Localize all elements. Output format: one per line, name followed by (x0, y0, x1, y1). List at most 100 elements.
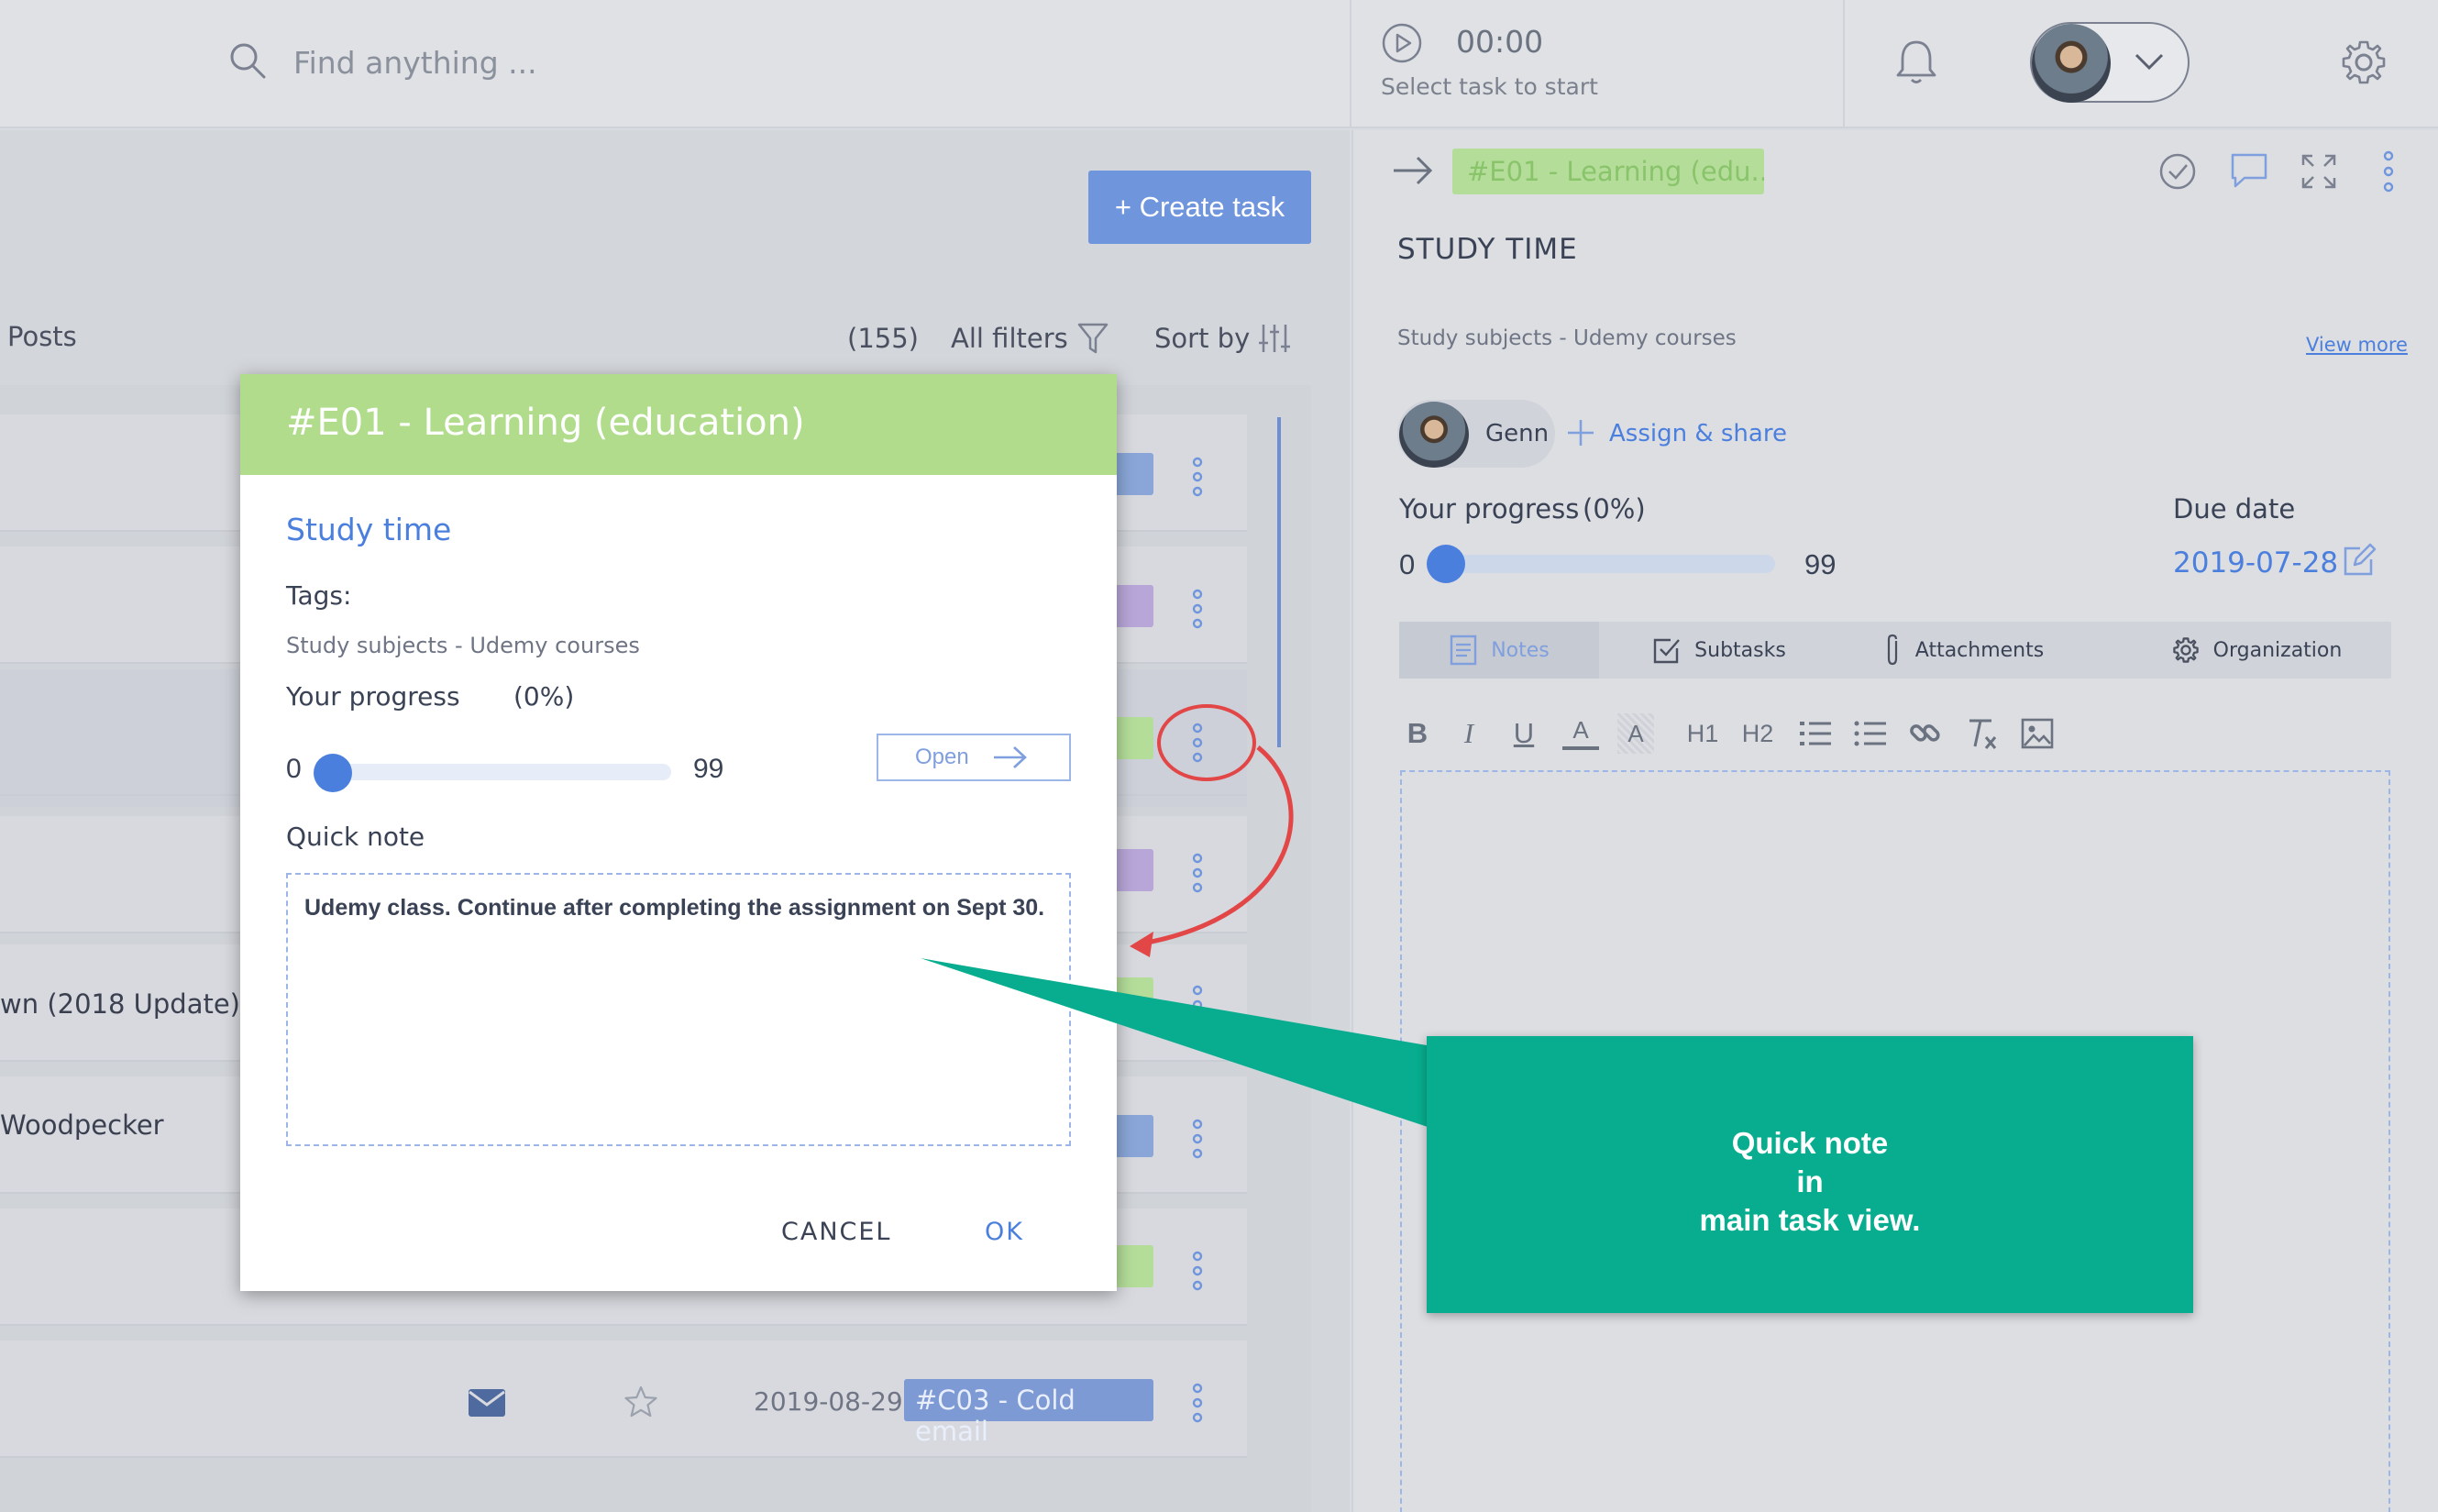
category-tag[interactable]: #E01 - Learning (edu... (1452, 149, 1764, 194)
divider (1843, 0, 1845, 128)
bell-icon[interactable] (1889, 35, 1944, 90)
scrollbar[interactable] (1277, 417, 1281, 747)
more-vertical-icon[interactable] (1191, 589, 1204, 629)
bullet-list-icon[interactable] (1852, 713, 1889, 754)
sort-sliders-icon[interactable] (1258, 321, 1291, 356)
progress-slider-thumb[interactable] (1427, 545, 1465, 583)
more-vertical-icon[interactable] (1191, 985, 1204, 1025)
chevron-down-icon[interactable] (2133, 48, 2166, 75)
due-date-label: Due date (2173, 493, 2296, 524)
quick-note-dialog: #E01 - Learning (education) Study time T… (240, 374, 1117, 1291)
ordered-list-icon[interactable] (1797, 713, 1834, 754)
progress-slider[interactable] (1434, 555, 1775, 573)
progress-min: 0 (286, 754, 302, 784)
check-circle-icon[interactable] (2158, 152, 2197, 191)
arrow-right-icon[interactable] (992, 743, 1029, 772)
tab-notes[interactable]: Notes (1399, 622, 1599, 679)
email-icon[interactable] (468, 1388, 506, 1418)
plus-icon[interactable] (1566, 418, 1595, 447)
more-vertical-icon[interactable] (1191, 1251, 1204, 1291)
progress-max: 99 (1804, 548, 1837, 580)
divider (1350, 0, 1351, 128)
gear-icon (2172, 637, 2199, 663)
row-title: wn (2018 Update) (0, 988, 240, 1020)
progress-percent: (0%) (1583, 493, 1646, 524)
editor-toolbar: B I U A A H1 H2 (1399, 713, 2096, 754)
callout-text: Quick note in main task view. (1699, 1126, 1921, 1237)
progress-slider-thumb[interactable] (314, 754, 352, 792)
task-tabs: Notes Subtasks Attachments Organization (1399, 622, 2391, 679)
sort-button[interactable]: Sort by (1154, 323, 1250, 354)
tab-label: Attachments (1914, 638, 2045, 662)
create-task-button[interactable]: + Create task (1088, 171, 1311, 244)
task-title[interactable]: STUDY TIME (1397, 233, 1578, 266)
heading1-button[interactable]: H1 (1680, 713, 1726, 754)
table-row[interactable]: 2019-08-29 #C03 - Cold email (0, 1341, 1247, 1458)
task-tags: Study subjects - Udemy courses (1397, 326, 1737, 350)
tags-value: Study subjects - Udemy courses (286, 633, 640, 658)
quick-note-label: Quick note (286, 822, 425, 852)
quick-note-field[interactable]: Udemy class. Continue after completing t… (286, 873, 1071, 1146)
edit-icon[interactable] (2342, 543, 2377, 578)
more-vertical-icon[interactable] (1191, 853, 1204, 893)
comment-icon[interactable] (2230, 152, 2268, 189)
filters-button[interactable]: All filters (951, 323, 1068, 354)
progress-slider[interactable] (317, 764, 671, 780)
open-task-button[interactable]: Open (877, 734, 1071, 781)
list-title: Posts (7, 321, 77, 352)
avatar (1399, 402, 1469, 468)
arrow-right-icon[interactable] (1392, 154, 1434, 187)
filter-icon[interactable] (1076, 321, 1109, 356)
link-icon[interactable] (1907, 713, 1944, 754)
open-label: Open (915, 745, 969, 769)
clear-format-icon[interactable] (1964, 713, 2001, 754)
tab-subtasks[interactable]: Subtasks (1619, 622, 1819, 679)
more-vertical-icon[interactable] (1191, 1383, 1204, 1423)
underline-button[interactable]: U (1506, 713, 1542, 754)
tab-attachments[interactable]: Attachments (1830, 622, 2096, 679)
cancel-button[interactable]: CANCEL (781, 1218, 891, 1246)
search-input[interactable] (293, 35, 935, 90)
star-icon[interactable] (623, 1385, 658, 1419)
view-more-link[interactable]: View more (2306, 334, 2408, 356)
tab-organization[interactable]: Organization (2124, 622, 2389, 679)
ok-button[interactable]: OK (985, 1218, 1024, 1246)
task-count: (155) (847, 323, 919, 354)
timer-display: 00:00 (1456, 24, 1544, 60)
checkbox-icon (1653, 638, 1681, 664)
highlight-button[interactable]: A (1617, 713, 1654, 754)
gear-icon[interactable] (2338, 37, 2389, 88)
due-date-value[interactable]: 2019-07-28 (2173, 546, 2338, 579)
italic-button[interactable]: I (1451, 713, 1487, 754)
image-icon[interactable] (2019, 713, 2056, 754)
tags-label: Tags: (286, 580, 352, 611)
progress-min: 0 (1399, 548, 1416, 580)
progress-max: 99 (693, 754, 724, 784)
more-vertical-icon[interactable] (1191, 457, 1204, 497)
task-name-link[interactable]: Study time (286, 512, 451, 547)
tab-label: Subtasks (1694, 638, 1786, 662)
dialog-title: #E01 - Learning (education) (286, 402, 805, 444)
font-color-button[interactable]: A (1562, 713, 1599, 750)
play-icon[interactable] (1381, 22, 1423, 64)
progress-label: Your progress (286, 681, 460, 712)
tab-label: Notes (1491, 638, 1550, 662)
callout-box: Quick note in main task view. (1427, 1036, 2193, 1313)
search-icon[interactable] (227, 40, 268, 81)
heading2-button[interactable]: H2 (1735, 713, 1781, 754)
progress-label: Your progress (1399, 493, 1580, 524)
notes-icon (1451, 635, 1477, 666)
bold-button[interactable]: B (1399, 713, 1436, 754)
timer-hint: Select task to start (1381, 73, 1598, 100)
more-vertical-icon[interactable] (1191, 723, 1204, 763)
more-vertical-icon[interactable] (2382, 150, 2395, 193)
avatar[interactable] (2032, 24, 2111, 103)
expand-icon[interactable] (2300, 152, 2338, 191)
row-date: 2019-08-29 (754, 1386, 903, 1417)
row-tag[interactable]: #C03 - Cold email (904, 1379, 1153, 1447)
progress-percent: (0%) (513, 681, 575, 712)
assign-share-button[interactable]: Assign & share (1609, 420, 1787, 447)
tab-label: Organization (2212, 638, 2343, 662)
owner-name: Genn (1485, 420, 1550, 447)
more-vertical-icon[interactable] (1191, 1119, 1204, 1159)
